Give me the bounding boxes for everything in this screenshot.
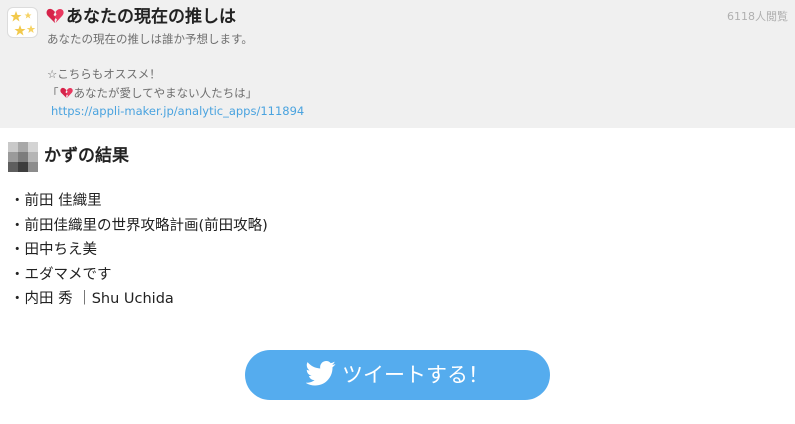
result-item: ・エダマメです	[10, 266, 112, 283]
result-item: ・田中ちえ美	[10, 242, 97, 258]
recommend-app-line: 「あなたが愛してやまない人たちは」	[47, 85, 257, 103]
user-avatar	[8, 142, 38, 172]
result-title: かずの結果	[44, 146, 129, 166]
app-header: あなたの現在の推しは 6118人閲覧 あなたの現在の推しは誰か予想します。 ☆こ…	[0, 0, 795, 128]
recommend-heading: ☆こちらもオススメ！	[47, 67, 161, 81]
twitter-bird-icon	[305, 360, 336, 390]
recommend-prefix: 「	[47, 86, 59, 100]
app-title-text: あなたの現在の推しは	[66, 7, 236, 27]
result-item: ・前田 佳織里	[10, 193, 102, 209]
broken-heart-icon	[46, 8, 64, 30]
recommend-suffix: 」	[245, 86, 258, 100]
view-count: 6118人閲覧	[727, 10, 788, 23]
tweet-button[interactable]: ツイートする！	[245, 350, 550, 400]
app-description: あなたの現在の推しは誰か予想します。	[47, 32, 253, 46]
recommend-app-title: あなたが愛してやまない人たちは	[73, 86, 246, 100]
app-title[interactable]: あなたの現在の推しは	[46, 6, 236, 28]
tweet-button-label: ツイートする！	[342, 363, 489, 387]
result-list: ・前田 佳織里 ・前田佳織里の世界攻略計画(前田攻略) ・田中ちえ美 ・エダマメ…	[10, 190, 268, 313]
app-stars-icon[interactable]	[7, 7, 38, 38]
result-item: ・内田 秀 ｜Shu Uchida	[10, 291, 174, 307]
broken-heart-icon	[59, 87, 73, 103]
recommend-app-link[interactable]: https://appli-maker.jp/analytic_apps/111…	[51, 103, 304, 119]
result-item: ・前田佳織里の世界攻略計画(前田攻略)	[10, 217, 268, 234]
